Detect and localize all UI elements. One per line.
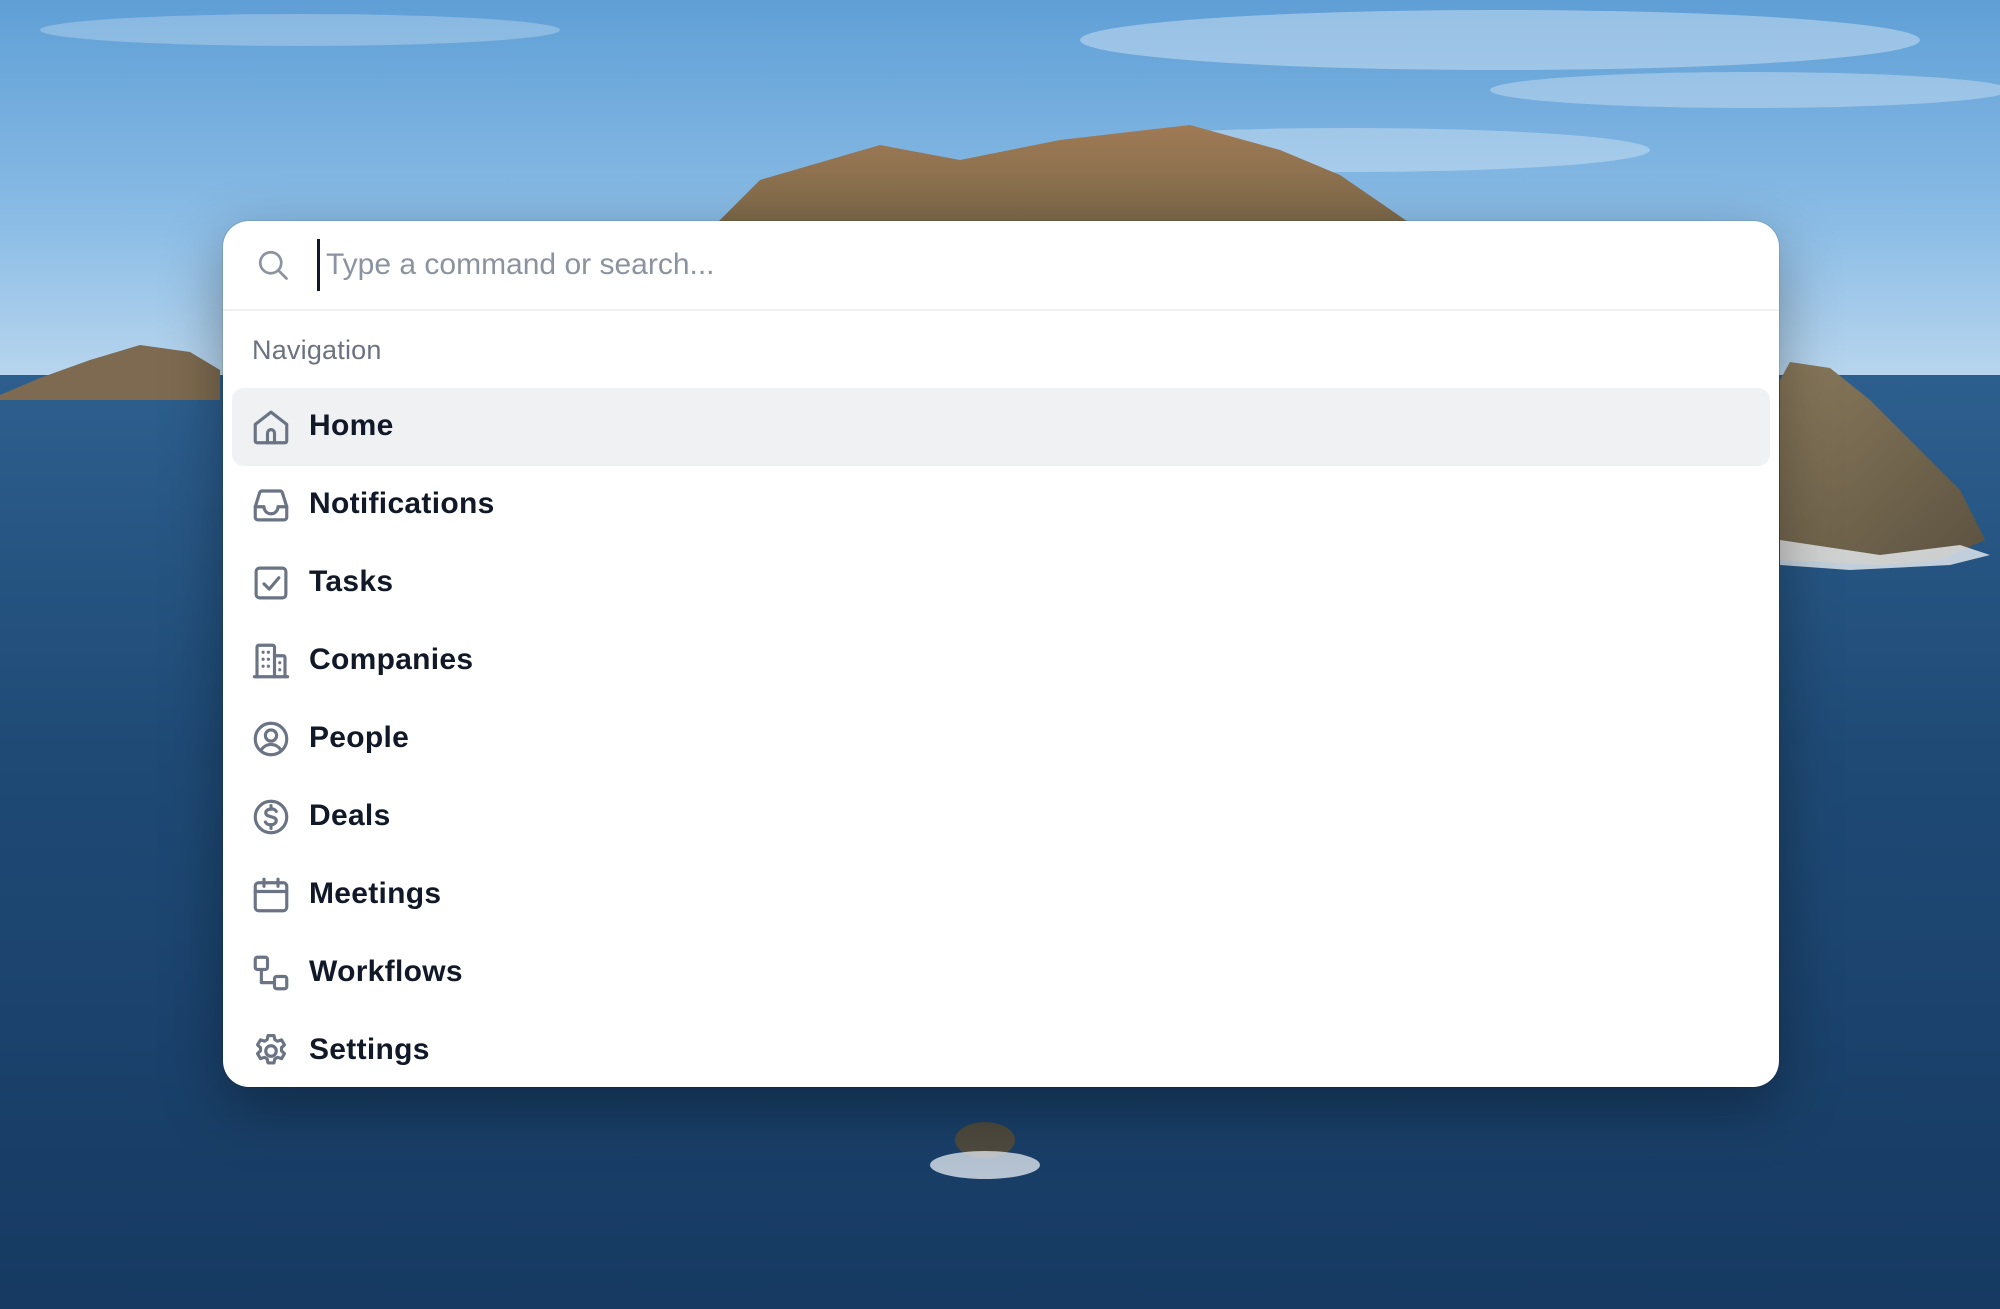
- nav-item-label: Companies: [309, 643, 474, 676]
- nav-item-label: Home: [309, 409, 394, 442]
- search-bar: [223, 221, 1779, 311]
- calendar-icon: [250, 874, 292, 916]
- user-circle-icon: [250, 718, 292, 760]
- nav-item-label: Notifications: [309, 487, 495, 520]
- nav-item-tasks[interactable]: Tasks: [232, 544, 1770, 622]
- gear-icon: [250, 1030, 292, 1072]
- command-palette: Navigation Home Notifications Tasks Comp…: [223, 221, 1779, 1087]
- nav-item-home[interactable]: Home: [232, 388, 1770, 466]
- section-label-navigation: Navigation: [252, 335, 382, 365]
- nav-item-deals[interactable]: Deals: [232, 778, 1770, 856]
- search-icon: [255, 247, 291, 283]
- nav-item-label: Deals: [309, 799, 391, 832]
- dollar-circle-icon: [250, 796, 292, 838]
- nav-item-label: Workflows: [309, 955, 463, 988]
- nav-item-meetings[interactable]: Meetings: [232, 856, 1770, 934]
- nav-item-settings[interactable]: Settings: [232, 1012, 1770, 1087]
- search-input[interactable]: [317, 239, 1746, 291]
- nav-item-workflows[interactable]: Workflows: [232, 934, 1770, 1012]
- navigation-list: Home Notifications Tasks Companies Peopl: [232, 388, 1770, 1087]
- nav-item-companies[interactable]: Companies: [232, 622, 1770, 700]
- building-icon: [250, 640, 292, 682]
- nav-item-label: Settings: [309, 1033, 430, 1066]
- nav-item-label: People: [309, 721, 410, 754]
- home-icon: [250, 406, 292, 448]
- nav-item-label: Meetings: [309, 877, 442, 910]
- inbox-icon: [250, 484, 292, 526]
- checkbox-icon: [250, 562, 292, 604]
- nav-item-notifications[interactable]: Notifications: [232, 466, 1770, 544]
- nav-item-people[interactable]: People: [232, 700, 1770, 778]
- workflow-icon: [250, 952, 292, 994]
- nav-item-label: Tasks: [309, 565, 394, 598]
